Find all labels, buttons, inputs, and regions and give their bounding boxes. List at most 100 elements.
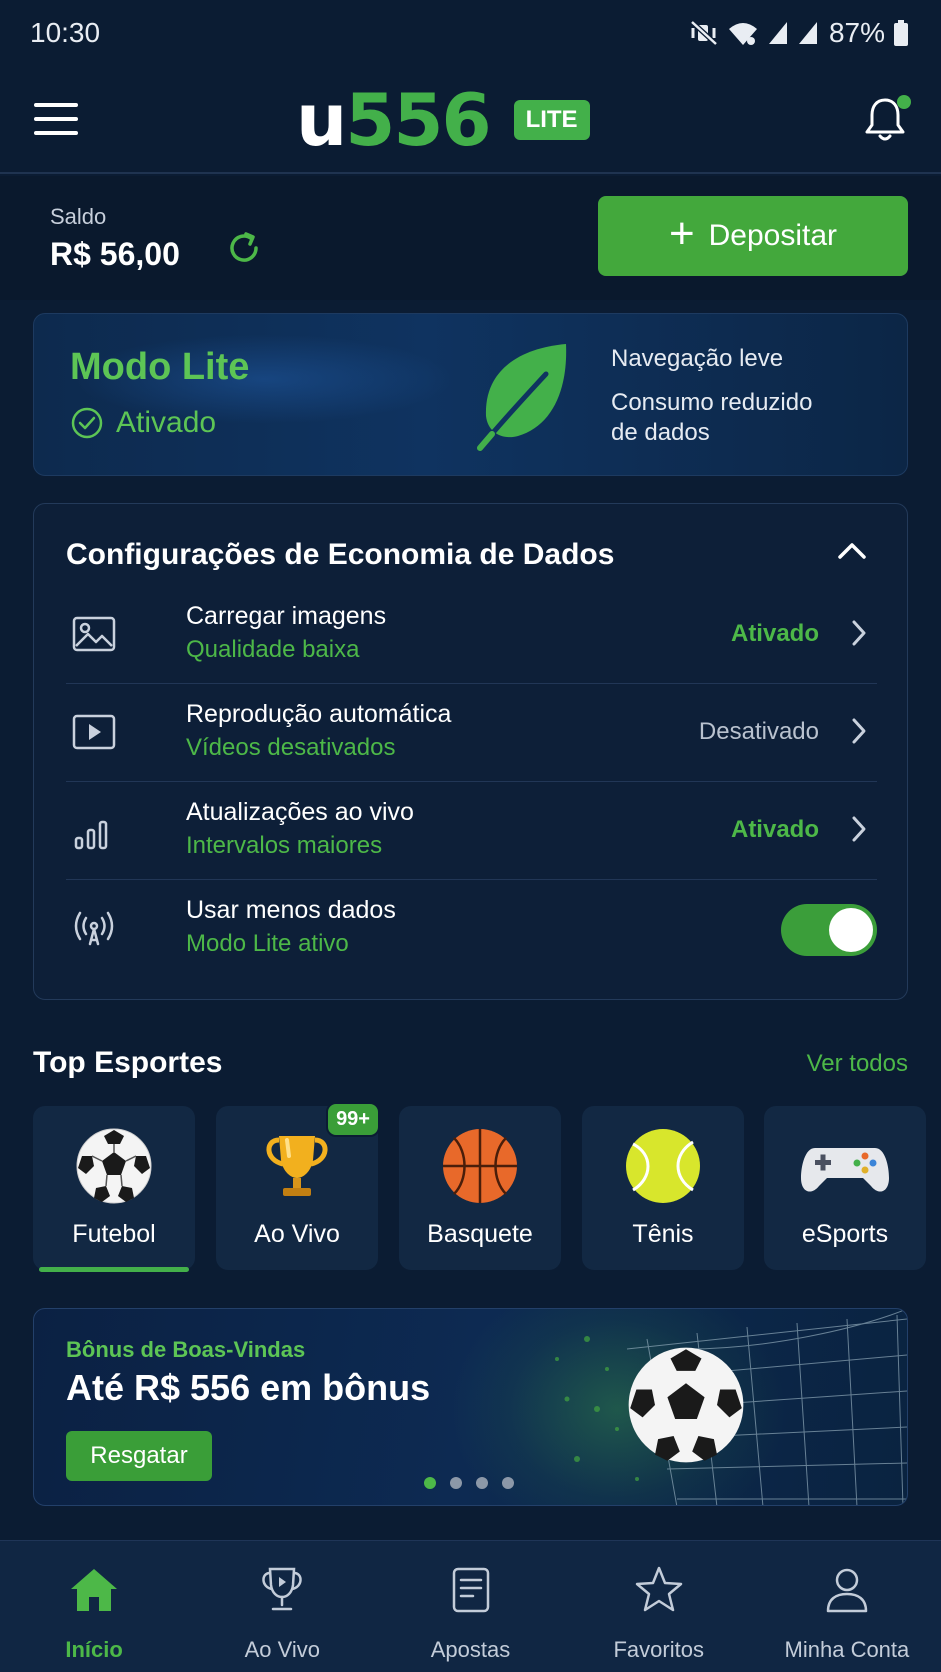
nav-account[interactable]: Minha Conta (753, 1541, 941, 1672)
mute-vibrate-icon (690, 20, 718, 46)
bets-ticket-icon (452, 1567, 489, 1613)
nav-label: Minha Conta (784, 1637, 910, 1662)
home-icon (71, 1569, 118, 1611)
lite-feature-reduced-data: Consumo reduzido de dados (611, 388, 812, 448)
nav-label: Início (65, 1637, 123, 1662)
balance-label: Saldo (50, 204, 107, 229)
soccer-ball-illustration (628, 1347, 744, 1463)
nav-label: Apostas (430, 1637, 511, 1662)
settings-title: Configurações de Economia de Dados (66, 538, 615, 571)
lite-mode-status: Ativado (70, 406, 216, 440)
bottom-navigation: Início Ao Vivo Apostas Favoritos Minha C… (0, 1540, 941, 1672)
plus-icon: + (668, 209, 695, 258)
setting-title: Atualizações ao vivo (186, 798, 414, 826)
setting-subtitle: Qualidade baixa (186, 636, 360, 663)
use-less-data-toggle[interactable] (781, 904, 877, 956)
welcome-bonus-banner[interactable]: Bônus de Boas-Vindas Até R$ 556 em bônus… (33, 1308, 908, 1506)
app-root: 10:30 87% u556 LITE Saldo R$ 56,00 + Dep… (0, 0, 941, 1672)
chevron-right-icon (852, 620, 866, 646)
nav-label: Ao Vivo (244, 1637, 321, 1662)
setting-autoplay[interactable]: Reprodução automática Vídeos desativados… (66, 684, 877, 782)
setting-subtitle: Intervalos maiores (186, 832, 383, 859)
logo-number: 556 (345, 78, 491, 162)
nav-home[interactable]: Início (0, 1541, 188, 1672)
chevron-up-icon[interactable] (837, 540, 867, 560)
battery-percentage: 87% (828, 17, 885, 48)
setting-status: Ativado (730, 620, 819, 647)
star-icon (635, 1566, 682, 1612)
user-icon (826, 1568, 868, 1613)
setting-title: Usar menos dados (186, 896, 396, 924)
tennis-ball-icon (626, 1129, 700, 1203)
setting-use-less-data: Usar menos dados Modo Lite ativo (66, 880, 877, 978)
sport-football[interactable]: Futebol (33, 1106, 195, 1272)
banner-kicker: Bônus de Boas-Vindas (66, 1337, 306, 1362)
lite-mode-card: Modo Lite Ativado Navegação leve Consumo… (33, 313, 908, 476)
sport-tennis[interactable]: Tênis (582, 1106, 744, 1270)
menu-line (34, 117, 78, 121)
signal-icon-1 (768, 22, 787, 44)
notifications-button[interactable] (861, 95, 911, 143)
brand-logo[interactable]: u556 LITE (296, 84, 590, 156)
sport-esports[interactable]: eSports (764, 1106, 926, 1270)
status-icons: 87% (689, 17, 909, 49)
chevron-right-icon (852, 718, 866, 744)
setting-title: Reprodução automática (186, 700, 452, 728)
menu-button[interactable] (32, 99, 80, 139)
chevron-right-icon (852, 816, 866, 842)
lite-feature-line: de dados (611, 419, 710, 446)
image-icon (72, 616, 116, 652)
sport-label: Basquete (427, 1220, 533, 1248)
carousel-dot-active[interactable] (424, 1477, 436, 1489)
sport-label: Tênis (632, 1220, 694, 1248)
selected-indicator (39, 1267, 189, 1272)
banner-title: Até R$ 556 em bônus (66, 1367, 431, 1408)
top-sports-title: Top Esportes (33, 1046, 223, 1079)
setting-title: Carregar imagens (186, 602, 387, 630)
logo-u: u (296, 78, 347, 162)
gamepad-icon (801, 1148, 889, 1192)
soccer-ball-icon (76, 1128, 152, 1204)
carousel-dot[interactable] (450, 1477, 462, 1489)
sport-label: eSports (801, 1220, 889, 1248)
signal-tower-icon (74, 911, 114, 946)
deposit-button[interactable]: + Depositar (598, 196, 908, 276)
sport-label: Ao Vivo (254, 1220, 340, 1248)
lite-feature-light-navigation: Navegação leve (611, 345, 784, 372)
setting-status: Desativado (698, 718, 819, 745)
status-time: 10:30 (30, 17, 101, 48)
menu-line (34, 103, 78, 107)
lite-mode-status-text: Ativado (116, 406, 217, 439)
sport-live[interactable]: Ao Vivo 99+ (216, 1102, 380, 1270)
bar-chart-icon (74, 820, 108, 850)
menu-line (34, 131, 78, 135)
check-circle-icon (71, 407, 103, 439)
setting-live-updates[interactable]: Atualizações ao vivo Intervalos maiores … (66, 782, 877, 880)
lite-badge: LITE (513, 100, 590, 140)
nav-favorites[interactable]: Favoritos (565, 1541, 753, 1672)
leaf-icon (477, 344, 567, 451)
data-saving-settings: Configurações de Economia de Dados Carre… (33, 503, 908, 1000)
toggle-knob (829, 908, 873, 952)
nav-bets[interactable]: Apostas (376, 1541, 564, 1672)
basketball-icon (443, 1129, 517, 1203)
setting-load-images[interactable]: Carregar imagens Qualidade baixa Ativado (66, 586, 877, 684)
play-video-icon (72, 714, 116, 750)
balance-value: R$ 56,00 (50, 236, 180, 272)
setting-subtitle: Vídeos desativados (186, 734, 396, 761)
wifi-icon (728, 23, 757, 45)
refresh-icon[interactable] (224, 228, 264, 268)
carousel-dot[interactable] (476, 1477, 488, 1489)
lite-feature-line: Consumo reduzido (611, 389, 813, 416)
nav-live[interactable]: Ao Vivo (188, 1541, 376, 1672)
carousel-dot[interactable] (502, 1477, 514, 1489)
nav-label: Favoritos (613, 1637, 704, 1662)
see-all-link[interactable]: Ver todos (807, 1050, 908, 1078)
trophy-icon (266, 1136, 328, 1196)
sport-label: Futebol (72, 1220, 156, 1248)
claim-bonus-button[interactable]: Resgatar (66, 1431, 212, 1481)
battery-icon (894, 20, 908, 46)
sport-basketball[interactable]: Basquete (399, 1106, 561, 1270)
deposit-label: Depositar (708, 219, 838, 252)
setting-status: Ativado (730, 816, 819, 843)
